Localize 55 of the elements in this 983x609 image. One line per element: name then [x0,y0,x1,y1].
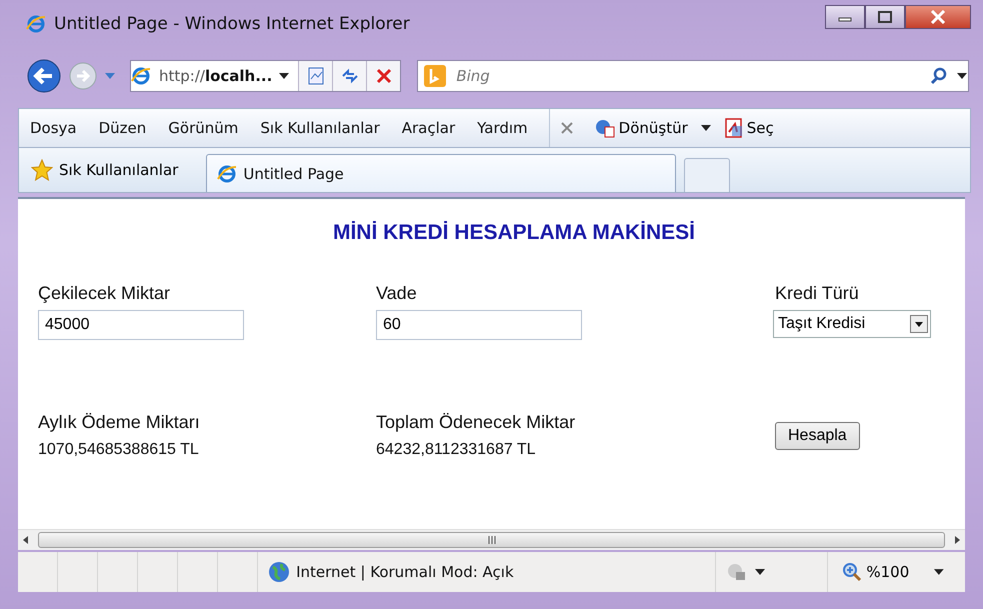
dropdown-arrow-icon[interactable] [754,568,766,576]
maximize-button[interactable] [865,5,905,29]
menu-item[interactable]: Yardım [466,119,539,137]
dropdown-field[interactable]: Taşıt Kredisi [773,310,931,338]
select-button[interactable]: Seç [720,118,778,138]
window-title: Untitled Page - Windows Internet Explorer [54,14,411,34]
minimize-button[interactable] [825,5,865,29]
security-zone-text: Internet | Korumalı Mod: Açık [296,563,514,581]
back-button-icon[interactable] [26,58,62,94]
favorites-button[interactable]: Sık Kullanılanlar [31,150,198,190]
globe-icon [268,561,290,583]
browser-tab[interactable]: Untitled Page [206,154,676,192]
menu-item[interactable]: Düzen [88,119,158,137]
result-value: 64232,8112331687 TL [376,441,537,459]
close-icon [930,10,946,24]
close-icon[interactable] [560,121,574,135]
zoom-button[interactable]: %100 [827,552,924,592]
field-label: Kredi Türü [775,283,860,304]
field-label: Çekilecek Miktar [38,283,172,304]
menu-item[interactable]: Araçlar [390,119,466,137]
browser-logo-icon [26,14,46,34]
input-field[interactable]: 60 [376,310,582,340]
menu-item[interactable]: Sık Kullanılanlar [249,119,391,137]
page-icon [217,164,238,184]
search-field[interactable]: Bing [454,66,922,86]
dropdown-arrow-icon[interactable] [278,72,290,80]
field-label: Vade [376,283,418,304]
dropdown-arrow-icon[interactable] [700,124,712,132]
maximize-icon [878,11,892,23]
refresh-icon [340,68,359,84]
close-button[interactable] [905,5,971,29]
page-heading: MİNİ KREDİ HESAPLAMA MAKİNESİ [332,220,696,245]
refresh-button[interactable] [332,61,366,91]
zoom-icon [842,562,862,582]
result-label: Aylık Ödeme Miktarı [38,412,201,433]
stop-icon [376,68,392,84]
input-field[interactable]: 45000 [38,310,244,340]
search-icon [930,67,948,85]
grip-icon [486,536,496,544]
star-icon [31,159,53,181]
dropdown-arrow-icon[interactable] [956,72,968,80]
stop-button[interactable] [366,61,400,91]
convert-button[interactable]: Dönüştür [590,118,692,138]
result-label: Toplam Ödenecek Miktar [376,412,576,433]
result-value: 1070,54685388615 TL [38,441,200,459]
menu-item[interactable]: Görünüm [157,119,250,137]
compatibility-view-button[interactable] [298,61,332,91]
menu-item[interactable]: Dosya [19,119,88,137]
scrollbar-thumb[interactable] [38,532,945,548]
calculate-button[interactable]: Hesapla [775,422,860,450]
search-box[interactable]: Bing [417,60,969,92]
dropdown-arrow-icon[interactable] [933,568,945,576]
search-provider-icon [424,65,446,87]
page-icon [131,66,153,86]
pdf-select-icon [724,118,744,138]
